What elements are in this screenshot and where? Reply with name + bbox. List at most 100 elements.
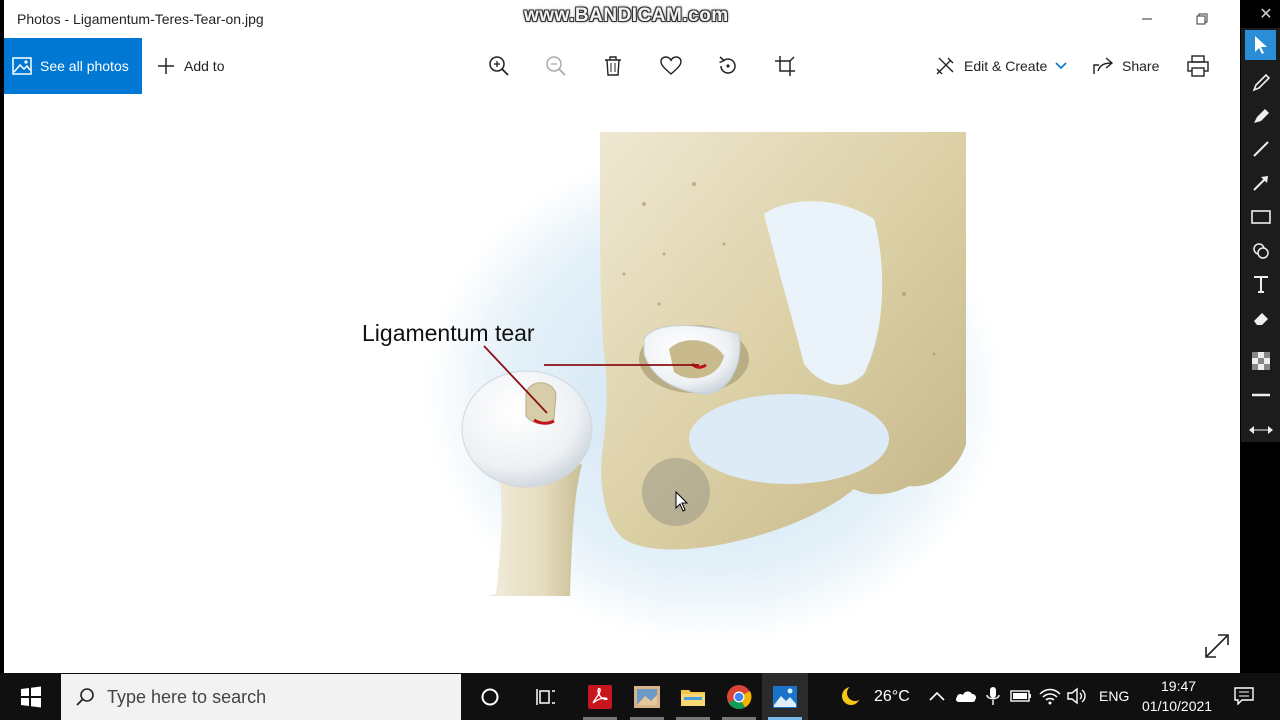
photos-app-icon [773, 685, 797, 708]
action-center-button[interactable] [1233, 685, 1255, 707]
zoom-in-button[interactable] [485, 52, 513, 80]
fullscreen-button[interactable] [1204, 633, 1230, 659]
taskbar: Type here to search 26°C ENG 19:47 01/10… [0, 673, 1280, 720]
line-width-icon [1251, 393, 1270, 397]
photos-icon [12, 57, 32, 75]
rotate-icon [719, 56, 736, 74]
battery-icon[interactable] [1010, 685, 1032, 707]
add-to-label: Add to [184, 58, 225, 74]
print-icon [1187, 55, 1209, 77]
share-icon [1093, 57, 1114, 74]
cortana-button[interactable] [467, 673, 513, 720]
notification-icon [1234, 687, 1254, 705]
highlighter-icon [1253, 109, 1269, 123]
line-tool[interactable] [1245, 134, 1276, 164]
photos-app[interactable] [762, 673, 808, 720]
pencil-icon [1252, 73, 1270, 92]
clock-date[interactable]: 01/10/2021 [1142, 698, 1212, 714]
clock-time[interactable]: 19:47 [1161, 678, 1196, 694]
annotation-palette [1241, 28, 1280, 442]
cortana-icon [481, 688, 499, 705]
acrobat-app[interactable] [577, 673, 623, 720]
line-width-tool[interactable] [1245, 380, 1276, 410]
cursor-arrow-icon [1254, 36, 1267, 54]
search-box[interactable]: Type here to search [61, 674, 461, 720]
eraser-icon [1253, 313, 1268, 325]
edit-create-label: Edit & Create [964, 58, 1048, 74]
chevron-down-icon [1055, 62, 1067, 70]
line-icon [1252, 141, 1269, 157]
restore-button[interactable] [1189, 8, 1215, 30]
rectangle-icon [1250, 210, 1271, 224]
palette-close-button[interactable]: ✕ [1256, 4, 1276, 24]
language-indicator[interactable]: ENG [1099, 688, 1129, 704]
zoom-out-button[interactable] [542, 52, 570, 80]
crop-icon [775, 56, 795, 76]
expand-arrows-icon [1248, 426, 1273, 434]
image-viewer[interactable]: Ligamentum tear [4, 94, 1240, 673]
wifi-icon[interactable] [1039, 685, 1061, 707]
photo-editor-icon [634, 685, 660, 708]
photos-window: Photos - Ligamentum-Teres-Tear-on.jpg ww… [4, 0, 1240, 673]
annotation-label: Ligamentum tear [362, 320, 535, 346]
print-button[interactable] [1184, 52, 1212, 80]
rectangle-tool[interactable] [1245, 202, 1276, 232]
minimize-icon [1142, 18, 1152, 20]
folder-icon [681, 689, 705, 706]
delete-icon [605, 56, 621, 76]
edit-create-button[interactable]: Edit & Create [934, 52, 1067, 80]
palette-expand[interactable] [1245, 420, 1276, 440]
tray-overflow-button[interactable] [926, 685, 948, 707]
plus-icon [158, 58, 174, 74]
volume-icon[interactable] [1066, 685, 1088, 707]
favorite-icon [660, 56, 682, 75]
acrobat-icon [588, 684, 612, 709]
share-button[interactable]: Share [1092, 52, 1159, 80]
start-button[interactable] [10, 673, 52, 720]
search-placeholder: Type here to search [107, 686, 267, 707]
microphone-icon[interactable] [982, 685, 1004, 707]
task-view-button[interactable] [523, 673, 569, 720]
zoom-out-icon [546, 56, 566, 76]
see-all-photos-label: See all photos [40, 58, 129, 74]
chevron-up-icon [929, 691, 945, 701]
zoom-in-icon [489, 56, 509, 76]
chrome-app[interactable] [716, 673, 762, 720]
arrow-line-icon [1252, 176, 1268, 191]
mosaic-tool[interactable] [1245, 346, 1276, 376]
photo-editor-app[interactable] [624, 673, 670, 720]
pointer-tool[interactable] [1245, 30, 1276, 60]
minimize-button[interactable] [1134, 8, 1160, 30]
file-explorer-app[interactable] [670, 673, 716, 720]
see-all-photos-button[interactable]: See all photos [4, 38, 142, 94]
weather-icon[interactable] [838, 685, 864, 707]
title-bar: Photos - Ligamentum-Teres-Tear-on.jpg ww… [4, 0, 1240, 38]
expand-icon [1205, 634, 1229, 658]
weather-temperature[interactable]: 26°C [874, 688, 910, 706]
crop-button[interactable] [771, 52, 799, 80]
text-tool[interactable] [1245, 269, 1276, 299]
delete-button[interactable] [599, 52, 627, 80]
checker-icon [1251, 352, 1270, 370]
windows-logo-icon [21, 686, 41, 707]
highlighter-tool[interactable] [1245, 101, 1276, 131]
task-view-icon [536, 688, 555, 705]
eraser-tool[interactable] [1245, 303, 1276, 333]
window-title: Photos - Ligamentum-Teres-Tear-on.jpg [17, 11, 264, 27]
arrow-tool[interactable] [1245, 168, 1276, 198]
rotate-button[interactable] [714, 52, 742, 80]
add-to-button[interactable]: Add to [156, 52, 224, 80]
share-label: Share [1122, 58, 1160, 74]
femoral-head [461, 370, 593, 488]
toolbar: See all photos Add to Edit & Create Shar… [4, 38, 1240, 94]
numbering-icon [1252, 243, 1269, 259]
restore-icon [1196, 13, 1208, 25]
favorite-button[interactable] [657, 52, 685, 80]
onedrive-icon[interactable] [955, 685, 977, 707]
pencil-tool[interactable] [1245, 68, 1276, 98]
search-icon [76, 688, 94, 706]
number-tool[interactable] [1245, 236, 1276, 266]
text-icon [1253, 276, 1268, 293]
obturator-foramen [689, 394, 889, 484]
chrome-icon [727, 684, 752, 709]
